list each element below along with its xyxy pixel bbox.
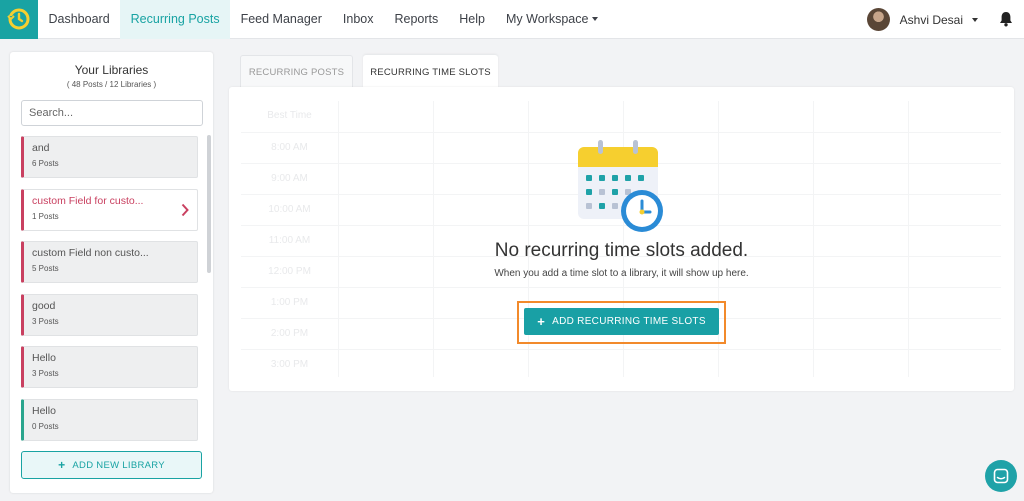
chevron-down-icon xyxy=(592,17,599,21)
add-slot-label: ADD RECURRING TIME SLOTS xyxy=(552,316,706,327)
add-new-library-button[interactable]: + ADD NEW LIBRARY xyxy=(21,451,202,479)
clock-logo-icon xyxy=(7,8,30,30)
app-logo[interactable] xyxy=(0,0,38,39)
chevron-right-icon xyxy=(181,203,189,216)
time-label: 3:00 PM xyxy=(270,359,309,370)
library-item[interactable]: good 3 Posts xyxy=(21,293,198,336)
grid-column-divider xyxy=(813,101,814,377)
grid-column-divider xyxy=(433,101,434,377)
plus-icon: + xyxy=(58,458,66,472)
empty-state-subtitle: When you add a time slot to a library, i… xyxy=(494,268,749,279)
library-post-count: 3 Posts xyxy=(32,316,59,326)
chat-icon xyxy=(993,468,1009,484)
library-post-count: 1 Posts xyxy=(32,211,59,221)
nav-reports[interactable]: Reports xyxy=(384,0,449,39)
chevron-down-icon xyxy=(972,17,978,22)
tab-recurring-posts[interactable]: RECURRING POSTS xyxy=(240,55,353,89)
library-name: custom Field for custo... xyxy=(32,194,144,207)
library-post-count: 6 Posts xyxy=(32,159,59,168)
library-post-count: 5 Posts xyxy=(32,264,59,273)
add-library-label: ADD NEW LIBRARY xyxy=(72,459,165,471)
user-name: Ashvi Desai xyxy=(899,12,963,27)
library-name: good xyxy=(32,299,56,312)
library-item[interactable]: Hello 3 Posts xyxy=(21,346,198,388)
time-label: 2:00 PM xyxy=(270,328,309,339)
library-item[interactable]: Hello 0 Posts xyxy=(21,398,198,441)
nav-recurring-posts[interactable]: Recurring Posts xyxy=(120,0,231,39)
plus-icon: + xyxy=(537,314,546,329)
top-navigation-bar: Dashboard Recurring Posts Feed Manager I… xyxy=(0,0,1024,39)
library-item[interactable]: and 6 Posts xyxy=(21,136,198,178)
grid-header-label: Best Time xyxy=(267,110,312,121)
nav-feed-manager[interactable]: Feed Manager xyxy=(230,0,332,39)
libraries-sidebar: Your Libraries ( 48 Posts / 12 Libraries… xyxy=(10,52,213,493)
library-item-selected[interactable]: custom Field for custo... 1 Posts xyxy=(21,188,198,231)
sidebar-scrollbar[interactable] xyxy=(207,135,211,273)
time-label: 1:00 PM xyxy=(270,297,309,308)
tab-recurring-time-slots[interactable]: RECURRING TIME SLOTS xyxy=(363,55,498,89)
time-label: 8:00 AM xyxy=(271,142,308,153)
bell-icon[interactable] xyxy=(999,11,1013,27)
grid-column-divider xyxy=(908,101,909,377)
sidebar-title: Your Libraries xyxy=(74,63,149,77)
library-name: Hello xyxy=(32,352,56,364)
time-slots-panel: Best Time 8:00 AM 9:00 AM 10:00 AM 11:00… xyxy=(229,87,1014,391)
nav-dashboard[interactable]: Dashboard xyxy=(38,0,120,39)
avatar xyxy=(866,8,890,31)
grid-column-divider xyxy=(338,101,339,377)
library-post-count: 3 Posts xyxy=(32,369,59,378)
sidebar-subtitle: ( 48 Posts / 12 Libraries ) xyxy=(66,80,157,89)
time-label: 10:00 AM xyxy=(268,204,311,215)
calendar-clock-icon xyxy=(578,140,663,232)
grid-header-row: Best Time xyxy=(241,101,1001,132)
grid-row: 3:00 PM xyxy=(241,349,1001,380)
add-recurring-time-slots-button[interactable]: + ADD RECURRING TIME SLOTS xyxy=(524,308,719,335)
library-search-input[interactable] xyxy=(21,100,203,126)
nav-help[interactable]: Help xyxy=(449,0,496,39)
user-menu[interactable]: Ashvi Desai xyxy=(866,0,978,39)
library-post-count: 0 Posts xyxy=(32,421,59,431)
time-label: 9:00 AM xyxy=(271,173,308,184)
library-name: and xyxy=(32,142,50,154)
nav-inbox[interactable]: Inbox xyxy=(332,0,384,39)
workspace-label: My Workspace xyxy=(506,12,589,26)
library-name: Hello xyxy=(32,404,56,417)
library-list: and 6 Posts custom Field for custo... 1 … xyxy=(21,136,198,451)
nav-my-workspace[interactable]: My Workspace xyxy=(496,0,609,39)
empty-state-title: No recurring time slots added. xyxy=(494,240,749,261)
library-item[interactable]: custom Field non custo... 5 Posts xyxy=(21,241,198,283)
library-name: custom Field non custo... xyxy=(32,247,149,259)
chat-launcher-button[interactable] xyxy=(985,460,1017,492)
